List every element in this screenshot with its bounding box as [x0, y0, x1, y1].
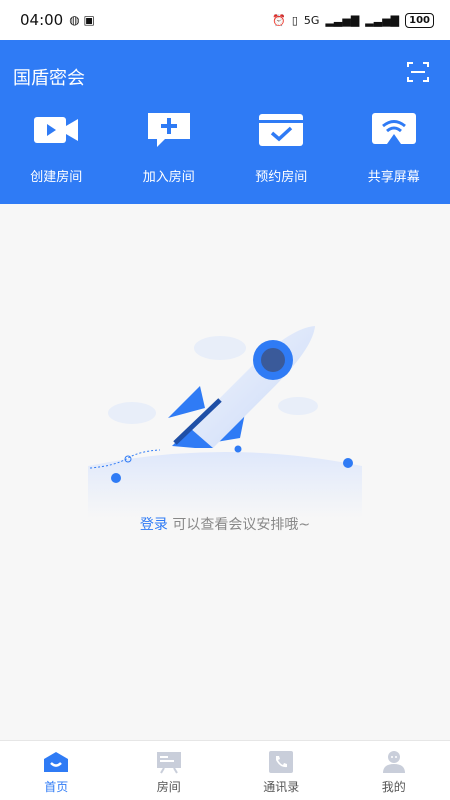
status-app-icon: ◍ ▣	[69, 13, 95, 27]
tab-room-label: 房间	[156, 780, 181, 794]
phone-book-icon	[269, 751, 294, 773]
scan-icon[interactable]	[406, 60, 430, 84]
alarm-icon: ⏰	[272, 13, 286, 27]
tab-mine[interactable]: 我的	[338, 741, 450, 800]
signal-icon: ▂▃▅▇	[325, 13, 360, 27]
room-board-icon	[156, 752, 181, 774]
tab-mine-label: 我的	[381, 780, 406, 794]
network-label: 5G	[303, 13, 320, 27]
signal-icon-2: ▂▃▅▇	[365, 13, 400, 27]
status-time: 04:00	[20, 11, 64, 29]
video-camera-icon	[34, 117, 79, 143]
add-chat-icon	[147, 113, 190, 147]
schedule-room-label: 预约房间	[255, 170, 308, 185]
screen-cast-icon	[371, 113, 416, 144]
tab-contacts-label: 通讯录	[263, 780, 300, 794]
status-bar: 04:00 ◍ ▣ ⏰ ▯ 5G ▂▃▅▇ ▂▃▅▇ 100	[0, 0, 450, 40]
tab-home[interactable]: 首页	[0, 741, 113, 800]
join-room-button[interactable]: 加入房间	[113, 110, 226, 185]
status-right: ⏰ ▯ 5G ▂▃▅▇ ▂▃▅▇ 100	[272, 12, 434, 28]
share-screen-label: 共享屏幕	[367, 170, 420, 185]
tab-bar: 首页 房间 通讯录 我的	[0, 740, 450, 800]
rocket-illustration	[88, 326, 362, 518]
calendar-check-icon	[259, 114, 304, 146]
action-row: 创建房间 加入房间 预约房间 共享屏幕	[0, 110, 450, 185]
status-left: 04:00 ◍ ▣	[20, 11, 95, 29]
create-room-button[interactable]: 创建房间	[0, 110, 113, 185]
create-room-label: 创建房间	[30, 170, 83, 185]
person-icon	[382, 751, 405, 773]
home-icon	[44, 752, 69, 772]
tab-contacts[interactable]: 通讯录	[225, 741, 338, 800]
empty-state-text: 登录 可以查看会议安排哦~	[0, 514, 450, 534]
join-room-label: 加入房间	[142, 170, 195, 185]
vibrate-icon: ▯	[291, 13, 298, 27]
tab-home-label: 首页	[44, 780, 69, 794]
login-link[interactable]: 登录	[140, 517, 168, 533]
empty-state-message: 可以查看会议安排哦~	[167, 517, 311, 533]
schedule-room-button[interactable]: 预约房间	[225, 110, 338, 185]
app-title: 国盾密会	[13, 68, 85, 89]
share-screen-button[interactable]: 共享屏幕	[338, 110, 450, 185]
tab-room[interactable]: 房间	[113, 741, 226, 800]
battery-indicator: 100	[405, 12, 434, 28]
header: 国盾密会 创建房间 加入房间 预约房间 共享屏幕	[0, 40, 450, 204]
